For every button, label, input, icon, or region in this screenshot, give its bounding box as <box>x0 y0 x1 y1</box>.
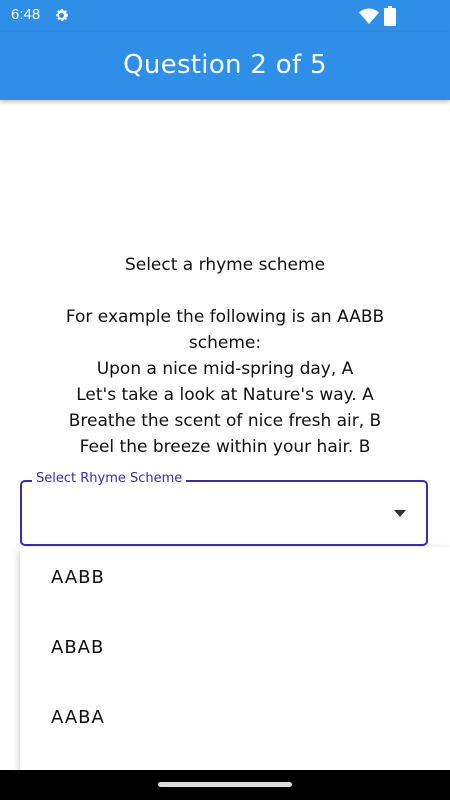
battery-icon <box>384 6 396 26</box>
chevron-down-icon[interactable] <box>394 510 406 517</box>
example-line: Feel the breeze within your hair. B <box>79 437 371 457</box>
example-line: scheme: <box>188 333 262 353</box>
option-label: AABB <box>51 567 105 588</box>
gear-icon <box>56 9 69 22</box>
option-aabb[interactable]: AABB <box>20 547 450 617</box>
home-handle[interactable] <box>158 782 292 787</box>
dropdown-menu: AABB ABAB AABA <box>20 547 450 770</box>
question-prompt: Select a rhyme scheme <box>124 255 326 275</box>
option-abab[interactable]: ABAB <box>20 617 450 687</box>
option-label: ABAB <box>51 637 105 658</box>
rhyme-scheme-select[interactable] <box>20 480 428 546</box>
wifi-icon <box>359 8 379 24</box>
example-line: Let's take a look at Nature's way. A <box>76 385 374 405</box>
option-aaba[interactable]: AABA <box>20 687 450 757</box>
question-text: Select a rhyme scheme For example the fo… <box>20 252 430 460</box>
status-bar: 6:48 <box>0 0 450 32</box>
example-line: For example the following is an AABB <box>65 307 385 327</box>
example-line: Upon a nice mid-spring day, A <box>96 359 354 379</box>
select-label: Select Rhyme Scheme <box>32 471 187 486</box>
status-time: 6:48 <box>11 6 41 23</box>
app-bar: Question 2 of 5 <box>0 32 450 100</box>
page-title: Question 2 of 5 <box>123 50 327 80</box>
example-line: Breathe the scent of nice fresh air, B <box>68 411 382 431</box>
option-label: AABA <box>51 707 105 728</box>
